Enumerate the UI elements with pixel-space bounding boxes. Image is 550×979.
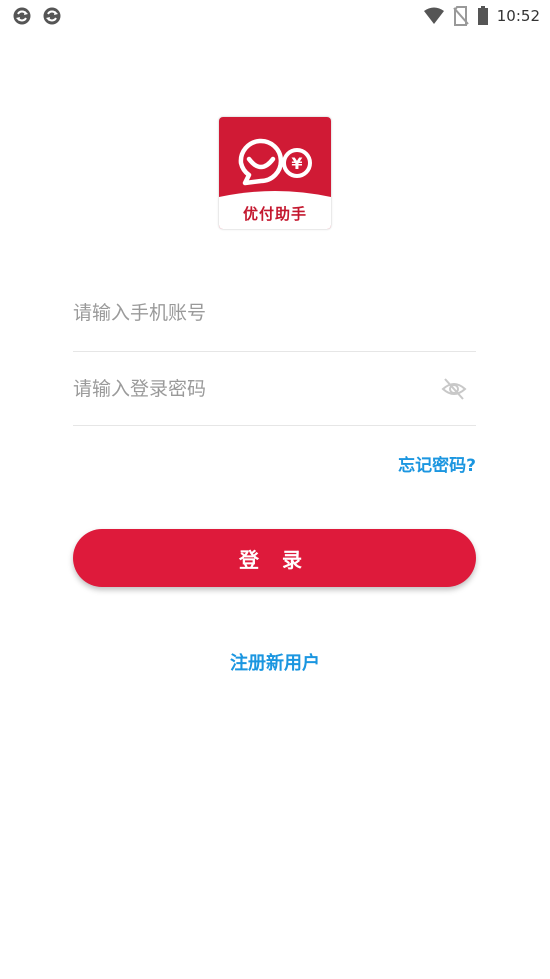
login-button[interactable]: 登 录 (73, 529, 476, 587)
battery-icon (477, 6, 489, 26)
status-bar-right: 10:52 (423, 6, 550, 26)
no-sim-icon (453, 6, 469, 26)
forgot-password-link[interactable]: 忘记密码? (398, 451, 476, 476)
app-logo: ¥ 优付助手 (219, 117, 331, 229)
password-field (73, 369, 476, 426)
password-input[interactable] (73, 369, 476, 409)
sync-icon (12, 6, 32, 26)
logo-text: 优付助手 (242, 205, 307, 223)
status-bar-left (0, 6, 62, 26)
status-time: 10:52 (496, 7, 540, 25)
eye-hidden-icon[interactable] (440, 375, 468, 403)
phone-field (73, 293, 476, 352)
phone-input[interactable] (73, 293, 476, 333)
svg-text:¥: ¥ (291, 154, 302, 173)
wifi-icon (423, 7, 445, 25)
sync-icon (42, 6, 62, 26)
status-bar: 10:52 (0, 0, 550, 32)
register-link[interactable]: 注册新用户 (0, 649, 550, 675)
